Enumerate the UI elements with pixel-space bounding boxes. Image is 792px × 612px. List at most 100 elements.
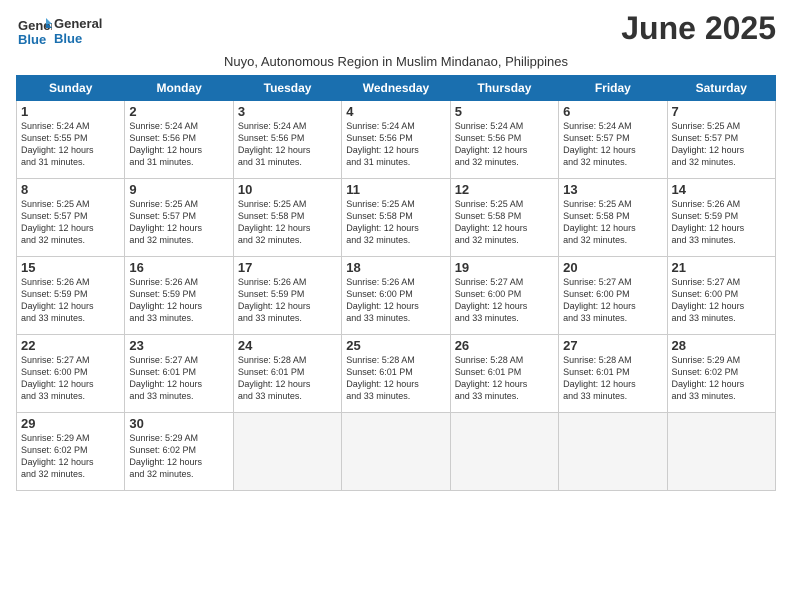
header-thursday: Thursday: [450, 76, 558, 101]
calendar-table: Sunday Monday Tuesday Wednesday Thursday…: [16, 75, 776, 491]
calendar-cell: [559, 413, 667, 491]
calendar-cell: 24Sunrise: 5:28 AMSunset: 6:01 PMDayligh…: [233, 335, 341, 413]
calendar-week-3: 15Sunrise: 5:26 AMSunset: 5:59 PMDayligh…: [17, 257, 776, 335]
cell-info: Sunrise: 5:25 AMSunset: 5:57 PMDaylight:…: [672, 120, 771, 169]
day-number: 8: [21, 182, 120, 197]
calendar-cell: 3Sunrise: 5:24 AMSunset: 5:56 PMDaylight…: [233, 101, 341, 179]
cell-info: Sunrise: 5:29 AMSunset: 6:02 PMDaylight:…: [129, 432, 228, 481]
month-title: June 2025: [621, 10, 776, 47]
cell-info: Sunrise: 5:26 AMSunset: 5:59 PMDaylight:…: [672, 198, 771, 247]
header-saturday: Saturday: [667, 76, 775, 101]
calendar-cell: 11Sunrise: 5:25 AMSunset: 5:58 PMDayligh…: [342, 179, 450, 257]
calendar-cell: 26Sunrise: 5:28 AMSunset: 6:01 PMDayligh…: [450, 335, 558, 413]
day-number: 5: [455, 104, 554, 119]
day-number: 30: [129, 416, 228, 431]
cell-info: Sunrise: 5:25 AMSunset: 5:57 PMDaylight:…: [129, 198, 228, 247]
calendar-cell: 28Sunrise: 5:29 AMSunset: 6:02 PMDayligh…: [667, 335, 775, 413]
calendar-cell: 25Sunrise: 5:28 AMSunset: 6:01 PMDayligh…: [342, 335, 450, 413]
calendar-week-2: 8Sunrise: 5:25 AMSunset: 5:57 PMDaylight…: [17, 179, 776, 257]
page: General Blue General Blue June 2025 Nuyo…: [0, 0, 792, 612]
calendar-cell: 1Sunrise: 5:24 AMSunset: 5:55 PMDaylight…: [17, 101, 125, 179]
calendar-cell: 12Sunrise: 5:25 AMSunset: 5:58 PMDayligh…: [450, 179, 558, 257]
day-number: 22: [21, 338, 120, 353]
day-number: 9: [129, 182, 228, 197]
cell-info: Sunrise: 5:27 AMSunset: 6:00 PMDaylight:…: [21, 354, 120, 403]
svg-text:Blue: Blue: [18, 32, 46, 47]
days-header-row: Sunday Monday Tuesday Wednesday Thursday…: [17, 76, 776, 101]
calendar-cell: 9Sunrise: 5:25 AMSunset: 5:57 PMDaylight…: [125, 179, 233, 257]
calendar-cell: 22Sunrise: 5:27 AMSunset: 6:00 PMDayligh…: [17, 335, 125, 413]
day-number: 17: [238, 260, 337, 275]
cell-info: Sunrise: 5:27 AMSunset: 6:00 PMDaylight:…: [563, 276, 662, 325]
day-number: 10: [238, 182, 337, 197]
calendar-cell: 20Sunrise: 5:27 AMSunset: 6:00 PMDayligh…: [559, 257, 667, 335]
calendar-cell: 18Sunrise: 5:26 AMSunset: 6:00 PMDayligh…: [342, 257, 450, 335]
cell-info: Sunrise: 5:24 AMSunset: 5:56 PMDaylight:…: [238, 120, 337, 169]
cell-info: Sunrise: 5:27 AMSunset: 6:00 PMDaylight:…: [455, 276, 554, 325]
day-number: 21: [672, 260, 771, 275]
calendar-cell: 27Sunrise: 5:28 AMSunset: 6:01 PMDayligh…: [559, 335, 667, 413]
day-number: 11: [346, 182, 445, 197]
logo: General Blue General Blue: [16, 14, 102, 50]
cell-info: Sunrise: 5:28 AMSunset: 6:01 PMDaylight:…: [238, 354, 337, 403]
cell-info: Sunrise: 5:26 AMSunset: 5:59 PMDaylight:…: [21, 276, 120, 325]
cell-info: Sunrise: 5:25 AMSunset: 5:58 PMDaylight:…: [455, 198, 554, 247]
day-number: 15: [21, 260, 120, 275]
cell-info: Sunrise: 5:27 AMSunset: 6:00 PMDaylight:…: [672, 276, 771, 325]
cell-info: Sunrise: 5:29 AMSunset: 6:02 PMDaylight:…: [21, 432, 120, 481]
header-sunday: Sunday: [17, 76, 125, 101]
calendar-week-1: 1Sunrise: 5:24 AMSunset: 5:55 PMDaylight…: [17, 101, 776, 179]
day-number: 12: [455, 182, 554, 197]
day-number: 25: [346, 338, 445, 353]
calendar-week-4: 22Sunrise: 5:27 AMSunset: 6:00 PMDayligh…: [17, 335, 776, 413]
calendar-cell: 8Sunrise: 5:25 AMSunset: 5:57 PMDaylight…: [17, 179, 125, 257]
day-number: 19: [455, 260, 554, 275]
cell-info: Sunrise: 5:26 AMSunset: 5:59 PMDaylight:…: [129, 276, 228, 325]
day-number: 14: [672, 182, 771, 197]
day-number: 2: [129, 104, 228, 119]
day-number: 28: [672, 338, 771, 353]
cell-info: Sunrise: 5:25 AMSunset: 5:58 PMDaylight:…: [346, 198, 445, 247]
header-monday: Monday: [125, 76, 233, 101]
day-number: 26: [455, 338, 554, 353]
cell-info: Sunrise: 5:24 AMSunset: 5:55 PMDaylight:…: [21, 120, 120, 169]
day-number: 4: [346, 104, 445, 119]
day-number: 13: [563, 182, 662, 197]
calendar-cell: 4Sunrise: 5:24 AMSunset: 5:56 PMDaylight…: [342, 101, 450, 179]
calendar-cell: [342, 413, 450, 491]
cell-info: Sunrise: 5:28 AMSunset: 6:01 PMDaylight:…: [563, 354, 662, 403]
cell-info: Sunrise: 5:26 AMSunset: 5:59 PMDaylight:…: [238, 276, 337, 325]
calendar-cell: 29Sunrise: 5:29 AMSunset: 6:02 PMDayligh…: [17, 413, 125, 491]
day-number: 24: [238, 338, 337, 353]
calendar-cell: 14Sunrise: 5:26 AMSunset: 5:59 PMDayligh…: [667, 179, 775, 257]
day-number: 7: [672, 104, 771, 119]
day-number: 6: [563, 104, 662, 119]
calendar-cell: [667, 413, 775, 491]
calendar-week-5: 29Sunrise: 5:29 AMSunset: 6:02 PMDayligh…: [17, 413, 776, 491]
calendar-cell: 7Sunrise: 5:25 AMSunset: 5:57 PMDaylight…: [667, 101, 775, 179]
day-number: 18: [346, 260, 445, 275]
calendar-cell: 15Sunrise: 5:26 AMSunset: 5:59 PMDayligh…: [17, 257, 125, 335]
header-friday: Friday: [559, 76, 667, 101]
calendar-cell: 6Sunrise: 5:24 AMSunset: 5:57 PMDaylight…: [559, 101, 667, 179]
calendar-cell: 30Sunrise: 5:29 AMSunset: 6:02 PMDayligh…: [125, 413, 233, 491]
cell-info: Sunrise: 5:29 AMSunset: 6:02 PMDaylight:…: [672, 354, 771, 403]
day-number: 29: [21, 416, 120, 431]
day-number: 3: [238, 104, 337, 119]
header: General Blue General Blue June 2025: [16, 10, 776, 50]
cell-info: Sunrise: 5:25 AMSunset: 5:57 PMDaylight:…: [21, 198, 120, 247]
cell-info: Sunrise: 5:24 AMSunset: 5:57 PMDaylight:…: [563, 120, 662, 169]
day-number: 1: [21, 104, 120, 119]
cell-info: Sunrise: 5:27 AMSunset: 6:01 PMDaylight:…: [129, 354, 228, 403]
logo-icon: General Blue: [16, 14, 52, 50]
title-block: June 2025: [621, 10, 776, 47]
cell-info: Sunrise: 5:28 AMSunset: 6:01 PMDaylight:…: [455, 354, 554, 403]
cell-info: Sunrise: 5:26 AMSunset: 6:00 PMDaylight:…: [346, 276, 445, 325]
calendar-cell: [450, 413, 558, 491]
calendar-cell: 17Sunrise: 5:26 AMSunset: 5:59 PMDayligh…: [233, 257, 341, 335]
calendar-cell: 10Sunrise: 5:25 AMSunset: 5:58 PMDayligh…: [233, 179, 341, 257]
calendar-cell: 16Sunrise: 5:26 AMSunset: 5:59 PMDayligh…: [125, 257, 233, 335]
calendar-cell: [233, 413, 341, 491]
cell-info: Sunrise: 5:24 AMSunset: 5:56 PMDaylight:…: [346, 120, 445, 169]
subtitle: Nuyo, Autonomous Region in Muslim Mindan…: [16, 54, 776, 69]
